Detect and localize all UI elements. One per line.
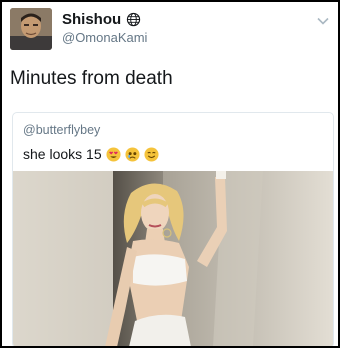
chevron-down-icon[interactable] [316, 14, 330, 28]
avatar[interactable] [10, 8, 52, 50]
quoted-handle[interactable]: @butterflybey [23, 123, 100, 137]
display-name[interactable]: Shishou [62, 11, 121, 28]
smiling-emoji-icon [144, 146, 159, 162]
tweet-card: Shishou @OmonaKami Minutes from death @b… [2, 2, 338, 346]
globe-icon [126, 12, 141, 27]
quoted-photo[interactable] [13, 171, 333, 346]
quoted-tweet[interactable]: @butterflybey she looks 15 [12, 112, 334, 346]
tearful-emoji-icon [125, 146, 140, 162]
tweet-text: Minutes from death [10, 68, 173, 89]
user-handle[interactable]: @OmonaKami [62, 30, 147, 45]
quoted-text: she looks 15 [23, 146, 102, 162]
heart-eyes-emoji-icon [106, 146, 121, 162]
